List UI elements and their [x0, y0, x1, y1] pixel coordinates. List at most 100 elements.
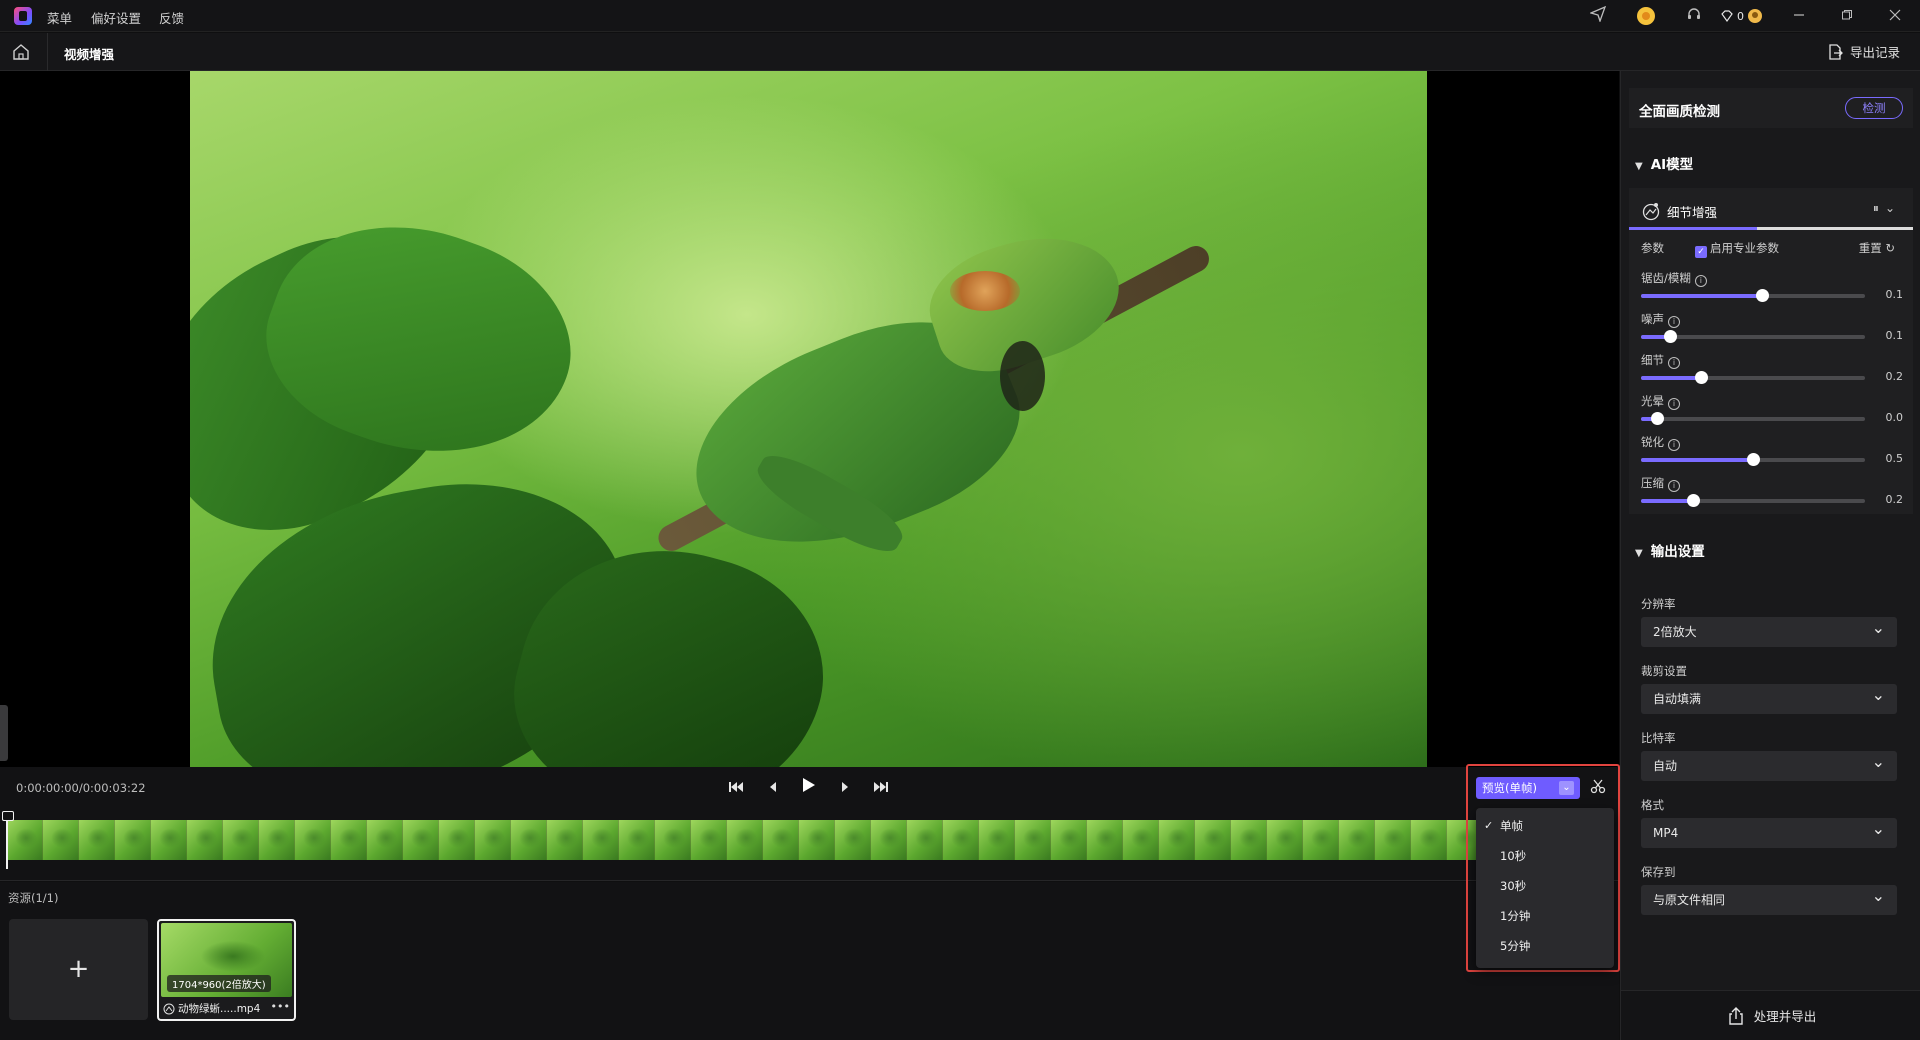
pro-params-checkbox[interactable]: ✓ 启用专业参数	[1695, 240, 1779, 258]
save-to-select[interactable]: 与原文件相同	[1641, 881, 1897, 915]
quality-check-title: 全面画质检测	[1639, 104, 1720, 120]
preview-duration-menu: ✓ 单帧 10秒 30秒 1分钟 5分钟	[1476, 808, 1614, 968]
slider-knob[interactable]	[1695, 371, 1709, 384]
slider-knob[interactable]	[1664, 330, 1678, 343]
playback-controls: 0:00:00:00/0:00:03:22	[0, 767, 1619, 811]
slider-value: 0.2	[1885, 493, 1904, 506]
filmstrip[interactable]	[7, 820, 1477, 860]
menu-feedback[interactable]: 反馈	[159, 8, 184, 27]
bitrate-label: 比特率	[1641, 731, 1676, 745]
media-clip-card[interactable]: 1704*960(2倍放大) 动物绿蜥.....mp4 •••	[157, 919, 296, 1021]
menu-item-10s[interactable]: 10秒	[1476, 844, 1614, 868]
model-name-row: 细节增强	[1641, 201, 1717, 221]
chevron-down-icon[interactable]: ⌄	[1559, 781, 1574, 795]
detect-button[interactable]: 检测	[1845, 97, 1903, 119]
menu-main[interactable]: 菜单	[47, 8, 72, 27]
menu-item-1min[interactable]: 1分钟	[1476, 904, 1614, 928]
bitrate-select[interactable]: 自动	[1641, 747, 1897, 781]
slider-value: 0.1	[1885, 288, 1904, 301]
resolution-select[interactable]: 2倍放大	[1641, 613, 1897, 647]
format-label: 格式	[1641, 798, 1664, 812]
side-drawer-handle[interactable]	[0, 705, 8, 761]
params-row: 参数 ✓ 启用专业参数 重置 ↻	[1641, 240, 1903, 258]
halo-slider[interactable]: 光晕 i 0.0	[1641, 393, 1903, 433]
next-frame-icon[interactable]	[833, 777, 857, 801]
noise-slider[interactable]: 噪声 i 0.1	[1641, 311, 1903, 351]
menu-item-30s[interactable]: 30秒	[1476, 874, 1614, 898]
info-icon[interactable]: i	[1668, 439, 1680, 451]
preview-frame[interactable]	[190, 71, 1427, 767]
info-icon[interactable]: i	[1668, 316, 1680, 328]
play-icon[interactable]	[797, 777, 821, 801]
slider-track[interactable]	[1641, 330, 1865, 343]
slider-knob[interactable]	[1755, 289, 1769, 302]
menu-item-5min[interactable]: 5分钟	[1476, 934, 1614, 958]
playhead[interactable]	[2, 811, 14, 869]
slider-label: 压缩 i	[1641, 475, 1680, 492]
slider-label: 光晕 i	[1641, 393, 1680, 410]
compression-slider[interactable]: 压缩 i 0.2	[1641, 475, 1903, 515]
enhance-icon	[163, 1003, 175, 1014]
ai-model-card: 细节增强 ⏸⌄ 参数 ✓ 启用专业参数 重置 ↻ 锯齿/模糊 i 0.1 噪声 i 0.1 细…	[1629, 188, 1913, 514]
tab-bar: 视频增强 导出记录	[0, 33, 1920, 71]
slider-knob[interactable]	[1686, 494, 1700, 507]
menu-preferences[interactable]: 偏好设置	[91, 8, 141, 27]
slider-track[interactable]	[1641, 289, 1865, 302]
slider-track[interactable]	[1641, 412, 1865, 425]
format-select[interactable]: MP4	[1641, 814, 1897, 848]
slider-label: 噪声 i	[1641, 311, 1680, 328]
collapse-triangle-icon: ▼	[1635, 161, 1643, 172]
sharpen-slider[interactable]: 锐化 i 0.5	[1641, 434, 1903, 474]
menu-item-single-frame[interactable]: ✓ 单帧	[1476, 814, 1614, 838]
model-header[interactable]: 细节增强 ⏸⌄	[1629, 188, 1913, 230]
blur-slider[interactable]: 锯齿/模糊 i 0.1	[1641, 270, 1903, 310]
info-icon[interactable]: i	[1694, 275, 1707, 287]
process-export-button[interactable]: 处理并导出	[1621, 990, 1920, 1040]
timecode: 0:00:00:00/0:00:03:22	[16, 781, 146, 795]
avatar-icon[interactable]	[1636, 6, 1656, 26]
headset-icon[interactable]	[1684, 6, 1704, 26]
slider-value: 0.1	[1885, 329, 1904, 342]
previous-frame-icon[interactable]	[761, 777, 785, 801]
output-section-header[interactable]: ▼ 输出设置	[1635, 540, 1705, 560]
info-icon[interactable]: i	[1668, 480, 1680, 492]
info-icon[interactable]: i	[1668, 398, 1680, 410]
detail-slider[interactable]: 细节 i 0.2	[1641, 352, 1903, 392]
output-settings: 分辨率 2倍放大 裁剪设置 自动填满 比特率 自动 格式 MP4 保存到 与原文…	[1629, 587, 1913, 967]
slider-track[interactable]	[1641, 371, 1865, 384]
pause-icon[interactable]: ⏸	[1873, 201, 1885, 215]
crop-select[interactable]: 自动填满	[1641, 680, 1897, 714]
slider-fill	[1641, 499, 1693, 503]
info-icon[interactable]: i	[1668, 357, 1680, 369]
app-logo	[14, 7, 32, 25]
slider-knob[interactable]	[1650, 412, 1664, 425]
slider-track[interactable]	[1641, 494, 1865, 507]
tab-video-enhance[interactable]: 视频增强	[64, 44, 114, 63]
ai-model-section-header[interactable]: ▼ AI模型	[1635, 153, 1693, 173]
crop-label: 裁剪设置	[1641, 664, 1687, 678]
add-media-button[interactable]: +	[9, 919, 148, 1020]
preview-mode-button[interactable]: 预览(单帧) ⌄	[1476, 777, 1580, 799]
reset-button[interactable]: 重置 ↻	[1859, 240, 1895, 256]
scissors-icon[interactable]	[1590, 778, 1606, 798]
more-icon[interactable]: •••	[271, 1000, 290, 1013]
slider-knob[interactable]	[1747, 453, 1760, 466]
slider-fill	[1641, 458, 1753, 462]
send-icon[interactable]	[1588, 5, 1608, 26]
detail-enhance-icon	[1642, 203, 1660, 221]
skip-to-start-icon[interactable]	[724, 777, 748, 801]
skip-to-end-icon[interactable]	[869, 777, 893, 801]
credit-indicator[interactable]: 0	[1720, 6, 1763, 26]
export-records-button[interactable]: 导出记录	[1826, 42, 1900, 61]
slider-track[interactable]	[1641, 453, 1865, 466]
quality-check-card: 全面画质检测 检测	[1629, 88, 1913, 128]
member-icon	[1748, 9, 1762, 23]
home-icon[interactable]	[10, 42, 36, 64]
tab-divider	[47, 33, 48, 71]
chevron-down-icon[interactable]: ⌄	[1885, 201, 1901, 215]
restore-icon[interactable]	[1837, 6, 1857, 26]
close-icon[interactable]	[1885, 6, 1905, 26]
minimize-icon[interactable]	[1789, 6, 1809, 26]
timeline[interactable]	[0, 811, 1619, 881]
export-records-label: 导出记录	[1849, 45, 1900, 60]
